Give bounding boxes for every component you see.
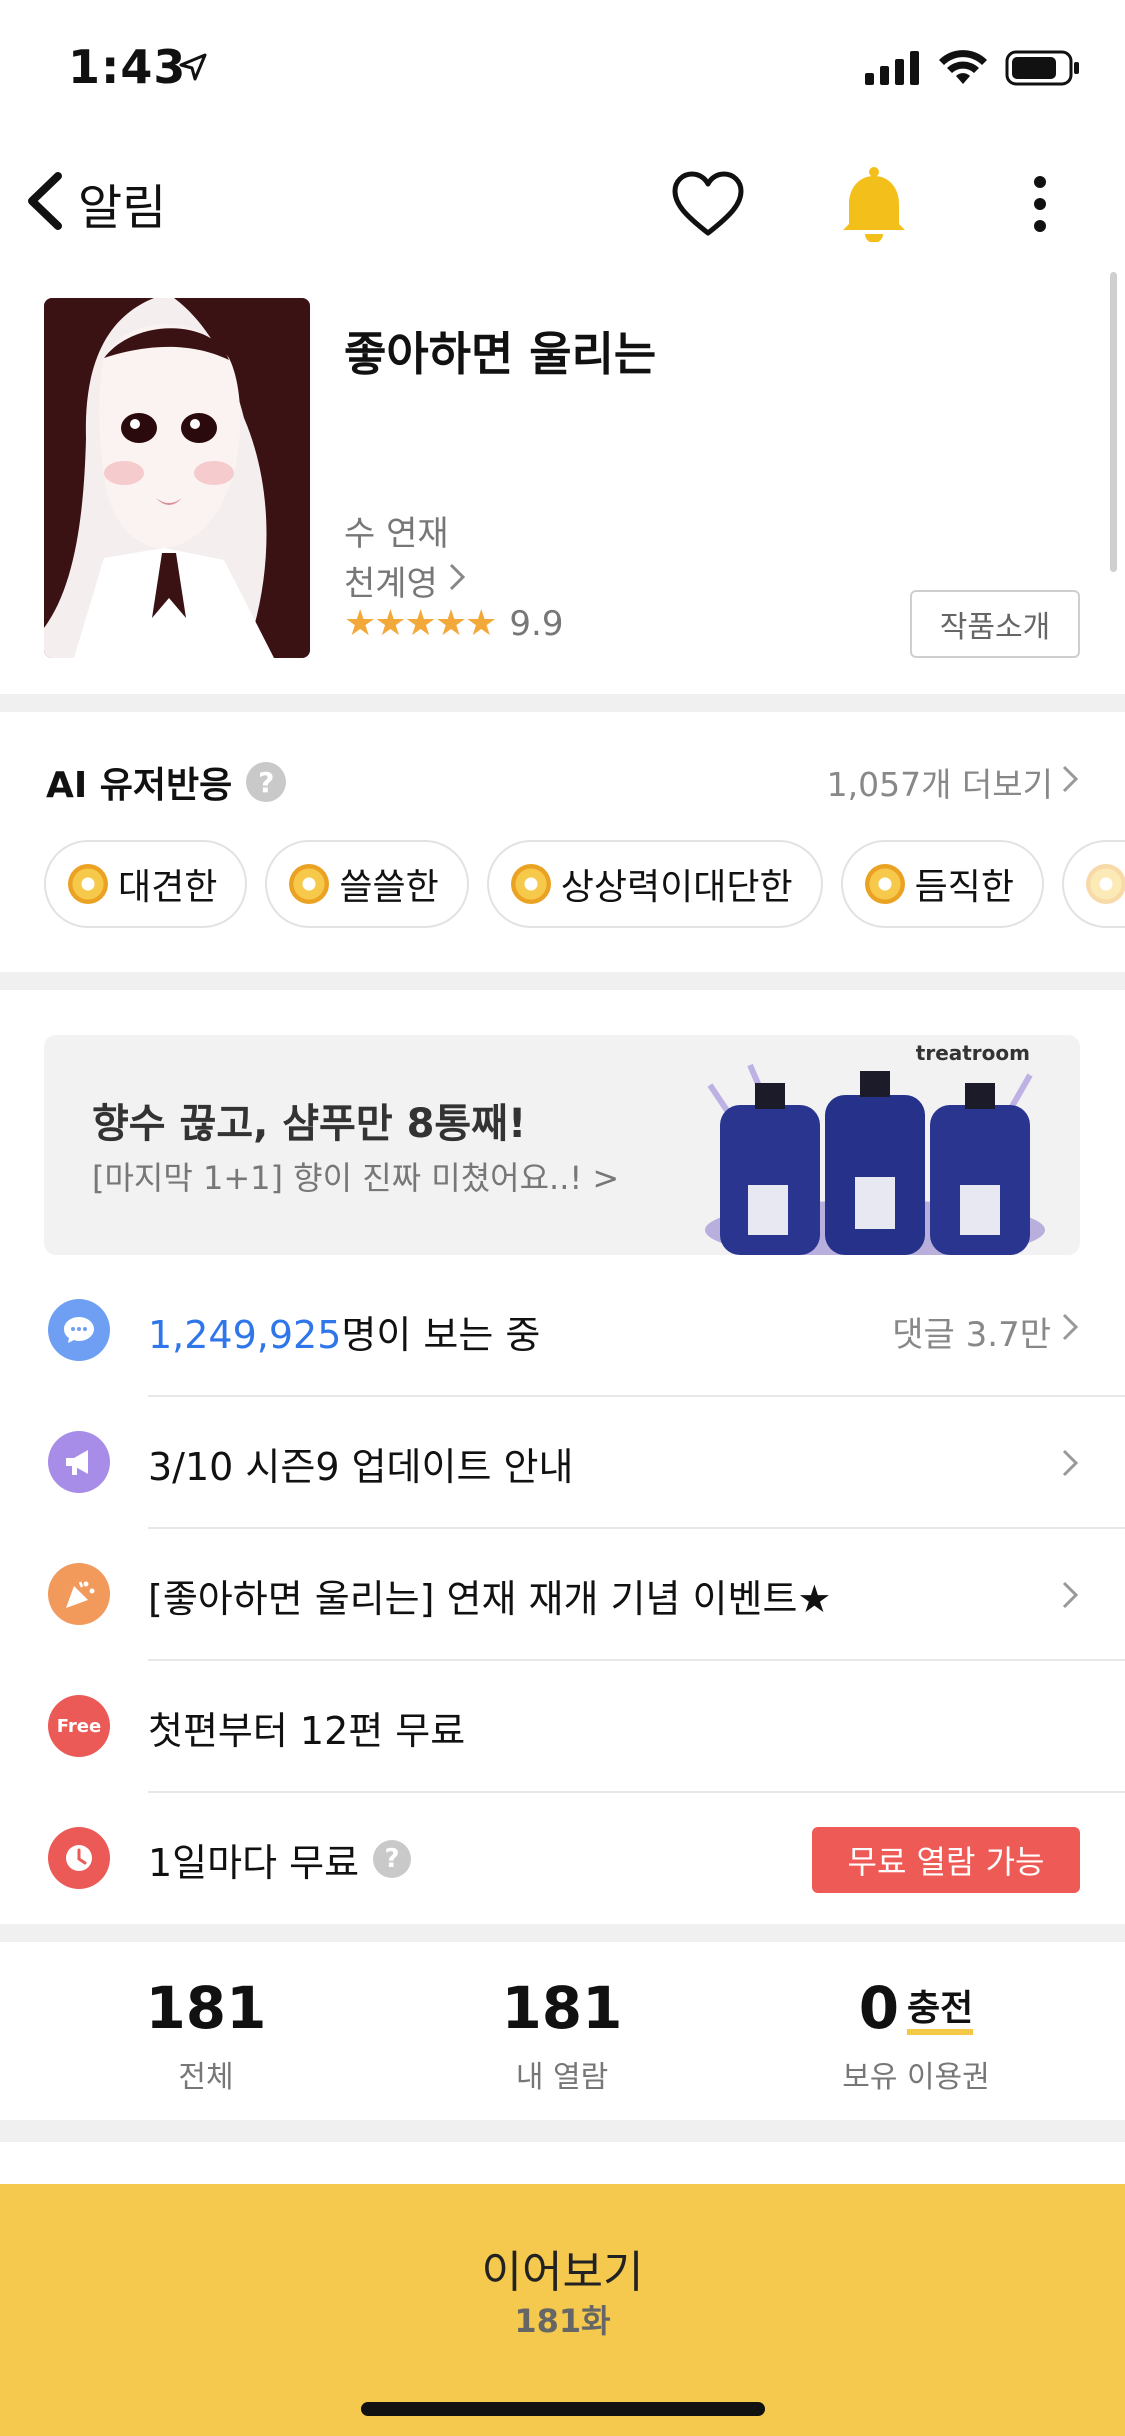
chevron-left-icon [22,170,64,236]
reaction-coin-icon [1085,864,1125,904]
reaction-chip[interactable]: 상상력이대단한 [486,840,823,928]
author-link[interactable]: 천계영 [344,556,466,605]
stat-read-label: 내 열람 [515,2060,609,2095]
daily-free-text: 1일마다 무료 ? [148,1832,412,1887]
viewers-row[interactable]: 1,249,925명이 보는 중 댓글 3.7만 [0,1265,1125,1397]
viewers-count: 1,249,925 [148,1312,342,1357]
ai-reactions-label: AI 유저반응 [46,765,233,806]
viewers-suffix: 명이 보는 중 [341,1312,541,1357]
event-row[interactable]: [좋아하면 울리는] 연재 재개 기념 이벤트★ [0,1529,1125,1661]
reaction-coin-icon [289,864,330,904]
more-options-icon[interactable] [1000,164,1080,244]
cellular-signal-icon [865,51,921,89]
clock-icon [48,1827,110,1889]
reaction-chip[interactable]: 대견한 [44,840,248,928]
home-indicator [361,2402,765,2416]
shampoo-bottles-image [705,1063,1045,1255]
wifi-icon [939,50,987,90]
free-episodes-text: 첫편부터 12편 무료 [148,1708,466,1753]
ai-reactions-section: AI 유저반응 ? 1,057개 더보기 대견한 쓸쓸한 상상력이대단한 듬직한 [0,714,1125,974]
work-intro-button[interactable]: 작품소개 [910,590,1080,658]
ai-more-label: 1,057개 더보기 [826,765,1053,804]
ai-reactions-title: AI 유저반응 ? [46,756,287,808]
reaction-coin-icon [68,864,108,904]
reaction-chip-label: 듬직한 [914,867,1014,908]
charge-link[interactable]: 충전 [907,1988,974,2035]
chat-bubble-icon [48,1299,110,1361]
stat-tickets-value: 0 [858,1974,900,2042]
reaction-chip-label: 상상력이대단한 [560,867,793,908]
status-bar: 1:43 [0,0,1125,135]
reaction-chip[interactable]: 쓸쓸한 [265,840,469,928]
daily-free-row: 1일마다 무료 ? 무료 열람 가능 [0,1793,1125,1925]
notice-row[interactable]: 3/10 시즌9 업데이트 안내 [0,1397,1125,1529]
chevron-right-icon [1061,1580,1079,1610]
section-divider [0,694,1125,712]
heart-icon[interactable] [668,164,748,244]
section-divider [0,972,1125,990]
stat-read: 181 내 열람 [412,1974,712,2096]
stats-section: 181 전체 181 내 열람 0 충전 보유 이용권 [0,1940,1125,2120]
free-episodes-row: Free 첫편부터 12편 무료 [0,1661,1125,1793]
help-icon[interactable]: ? [373,1840,412,1878]
stat-tickets: 0 충전 보유 이용권 [766,1974,1066,2096]
reaction-chip-label: 쓸쓸한 [339,867,439,908]
free-badge-icon: Free [48,1695,110,1757]
location-arrow-icon [178,52,208,86]
ad-subtitle: [마지막 1+1] 향이 진짜 미쳤어요..! > [92,1159,620,1197]
viewers-text: 1,249,925명이 보는 중 [148,1304,540,1359]
stat-tickets-label: 보유 이용권 [842,2060,990,2095]
status-time: 1:43 [68,40,187,94]
back-label: 알림 [78,180,167,236]
reaction-chip[interactable]: 듬직한 [840,840,1044,928]
stat-total: 181 전체 [56,1974,356,2096]
author-name: 천계영 [344,564,438,604]
back-button[interactable]: 알림 [22,168,172,238]
reaction-coin-icon [510,864,551,904]
serialization-status: 수 연재 [344,514,449,554]
reaction-coin-icon [864,864,905,904]
ad-title: 향수 끊고, 샴푸만 8통째! [92,1101,527,1147]
battery-icon [1005,50,1081,90]
continue-reading-label: 이어보기 [481,2247,644,2298]
megaphone-icon [48,1431,110,1493]
chevron-right-icon [1061,763,1079,802]
stat-tickets-value-row: 0 충전 [766,1974,1066,2042]
cover-image[interactable] [44,298,310,658]
reaction-chips: 대견한 쓸쓸한 상상력이대단한 듬직한 [44,840,1125,928]
scrollbar[interactable] [1110,272,1117,572]
reaction-chip-partial[interactable] [1061,840,1125,928]
continue-reading-button[interactable]: 이어보기 181화 [0,2184,1125,2436]
stat-total-label: 전체 [178,2060,234,2095]
star-rating-icons: ★★★★★ [344,603,497,644]
free-read-button[interactable]: 무료 열람 가능 [812,1827,1080,1893]
ad-banner[interactable]: 향수 끊고, 샴푸만 8통째! [마지막 1+1] 향이 진짜 미쳤어요..! … [44,1035,1080,1255]
work-title: 좋아하면 울리는 [344,327,657,381]
stat-read-value: 181 [501,1974,623,2042]
party-popper-icon [48,1563,110,1625]
comments-count: 댓글 3.7만 [892,1314,1051,1355]
rating-value: 9.9 [509,603,564,644]
nav-bar: 알림 [0,150,1125,250]
info-list: 1,249,925명이 보는 중 댓글 3.7만 3/10 시즌9 업데이트 안… [0,1265,1125,1925]
comments-link[interactable]: 댓글 3.7만 [892,1307,1079,1356]
notice-text: 3/10 시즌9 업데이트 안내 [148,1444,574,1489]
rating: ★★★★★ 9.9 [344,603,563,644]
stat-total-value: 181 [145,1974,267,2042]
work-header: 좋아하면 울리는 수 연재 천계영 ★★★★★ 9.9 작품소개 [0,298,1125,658]
daily-free-label: 1일마다 무료 [148,1840,360,1885]
continue-episode: 181화 [514,2302,611,2340]
chevron-right-icon [1061,1311,1079,1351]
help-icon[interactable]: ? [246,762,287,802]
bell-icon[interactable] [834,164,914,244]
chevron-right-icon [448,561,466,601]
section-divider [0,2120,1125,2142]
ai-reactions-more-link[interactable]: 1,057개 더보기 [827,758,1079,806]
chevron-right-icon [1061,1448,1079,1478]
event-text: [좋아하면 울리는] 연재 재개 기념 이벤트★ [148,1576,832,1621]
reaction-chip-label: 대견한 [118,867,218,908]
